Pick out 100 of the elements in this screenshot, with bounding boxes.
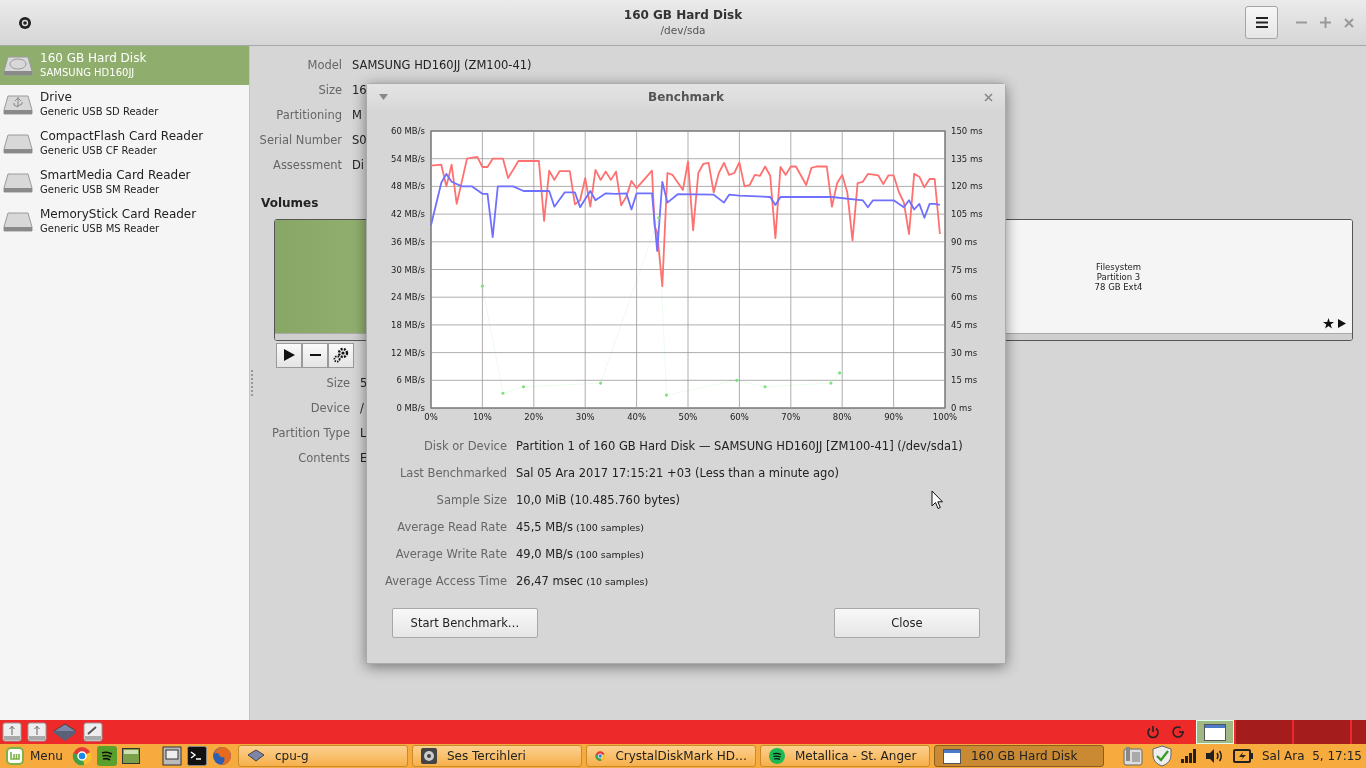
axis-tick-label: 50%: [678, 412, 698, 421]
stat-value: 45,5 MB/s (100 samples): [516, 519, 645, 536]
monitor-icon[interactable]: [161, 746, 182, 766]
axis-tick-label: 135 ms: [951, 153, 983, 164]
axis-tick-label: 90%: [884, 412, 904, 421]
workspace-switch[interactable]: [1352, 720, 1366, 744]
taskbar-window-button[interactable]: 160 GB Hard Disk: [933, 745, 1104, 767]
menu-button[interactable]: [1245, 6, 1278, 39]
refresh-icon[interactable]: [1171, 725, 1185, 739]
play-icon: [1338, 319, 1346, 328]
browser-icon: [594, 748, 606, 764]
taskbar-window-button[interactable]: Metallica - St. Anger: [759, 745, 930, 767]
music-app-icon[interactable]: [96, 746, 117, 766]
star-icon: [1323, 318, 1334, 329]
close-button[interactable]: Close: [834, 608, 980, 638]
dialog-title: Benchmark: [648, 90, 724, 104]
drive-icon: [3, 132, 33, 155]
access-time-point: [599, 381, 603, 385]
workspace-switch[interactable]: [1236, 720, 1292, 744]
dropdown-icon[interactable]: [379, 94, 388, 100]
drive-icon: [3, 210, 33, 233]
start-menu-button[interactable]: Menu: [0, 744, 69, 768]
power-icon[interactable]: [1146, 725, 1160, 739]
device-model: SAMSUNG HD160JJ: [40, 66, 136, 80]
device-item[interactable]: Drive Generic USB SD Reader: [0, 85, 249, 124]
music-app-icon: [768, 748, 785, 764]
workspace-switch[interactable]: [1294, 720, 1350, 744]
partition-label: 78 GB Ext4: [1094, 281, 1143, 292]
axis-tick-label: 0 MB/s: [396, 403, 425, 413]
maximize-icon: [1319, 17, 1331, 28]
partition-label: Partition 3: [1096, 271, 1141, 282]
minus-icon: [309, 354, 321, 356]
axis-tick-label: 0 ms: [951, 403, 972, 413]
settings-button[interactable]: [328, 342, 354, 368]
drive-icon[interactable]: [121, 748, 140, 764]
taskbar-window-button[interactable]: Ses Tercihleri: [411, 745, 582, 767]
taskbar-window-button[interactable]: cpu-g: [237, 745, 408, 767]
window-icon: [1204, 723, 1226, 741]
drive-tools-icon[interactable]: [83, 722, 103, 742]
delete-button[interactable]: [302, 342, 328, 368]
chip-icon: [246, 749, 265, 763]
field-label: Device: [310, 400, 350, 417]
device-name: 160 GB Hard Disk: [40, 51, 147, 66]
shield-check-icon[interactable]: [1151, 745, 1172, 767]
axis-tick-label: 12 MB/s: [391, 347, 425, 358]
window-icon: [942, 748, 961, 764]
stat-value: Partition 1 of 160 GB Hard Disk — SAMSUNG HD160JJ [ZM100-41] (/dev/sda1): [516, 438, 963, 455]
device-name: SmartMedia Card Reader: [40, 168, 191, 183]
access-time-point: [735, 378, 739, 382]
drive-icon: [3, 171, 33, 194]
axis-tick-label: 36 MB/s: [391, 236, 425, 247]
device-item[interactable]: MemoryStick Card Reader Generic USB MS Reader: [0, 202, 249, 241]
terminal-icon[interactable]: [186, 746, 207, 766]
field-value: SAMSUNG HD160JJ (ZM100-41): [352, 57, 532, 74]
axis-tick-label: 42 MB/s: [391, 209, 425, 220]
browser-icon[interactable]: [71, 746, 92, 766]
device-model: Generic USB CF Reader: [40, 144, 158, 158]
field-value: 16: [352, 82, 367, 99]
speaker-icon: [420, 748, 437, 764]
volume-icon[interactable]: [1205, 749, 1224, 763]
axis-tick-label: 45 ms: [951, 319, 978, 330]
stat-label: Disk or Device: [423, 438, 507, 455]
workspace-switch[interactable]: [1196, 720, 1234, 744]
access-time-point: [829, 381, 833, 385]
access-time-point: [501, 391, 505, 395]
mount-button[interactable]: [276, 342, 302, 368]
close-icon[interactable]: [984, 92, 993, 102]
device-item[interactable]: SmartMedia Card Reader Generic USB SM Reader: [0, 163, 249, 202]
field-label: Serial Number: [259, 132, 342, 149]
access-time-point: [480, 284, 484, 288]
field-value: E: [360, 450, 368, 467]
device-name: CompactFlash Card Reader: [40, 129, 204, 144]
device-item[interactable]: CompactFlash Card Reader Generic USB CF Reader: [0, 124, 249, 163]
field-label: Partitioning: [276, 107, 342, 124]
field-label: Assessment: [273, 157, 342, 174]
axis-tick-label: 20%: [524, 412, 544, 421]
usb-drive-icon[interactable]: [2, 722, 22, 742]
section-heading: Volumes: [261, 195, 320, 212]
axis-tick-label: 120 ms: [951, 181, 983, 192]
axis-tick-label: 15 ms: [951, 375, 978, 386]
axis-tick-label: 30 MB/s: [391, 264, 425, 275]
axis-tick-label: 80%: [832, 412, 852, 421]
field-value: /: [360, 400, 364, 417]
axis-tick-label: 70%: [781, 412, 801, 421]
device-model: Generic USB SD Reader: [40, 105, 159, 119]
menu-icon: [1255, 17, 1268, 28]
clock[interactable]: Sal Ara 5, 17:15: [1261, 749, 1362, 763]
signal-icon[interactable]: [1180, 749, 1197, 763]
play-icon: [283, 349, 295, 361]
chip-icon[interactable]: [52, 722, 78, 742]
start-benchmark-button[interactable]: Start Benchmark…: [392, 608, 538, 638]
device-name: Drive: [40, 90, 73, 105]
battery-icon[interactable]: [1232, 749, 1253, 763]
field-value: S0: [352, 132, 367, 149]
device-name: MemoryStick Card Reader: [40, 207, 197, 222]
device-model: Generic USB SM Reader: [40, 183, 161, 197]
taskbar-window-button[interactable]: CrystalDiskMark HD…: [585, 745, 756, 767]
access-time-point: [664, 393, 668, 397]
phone-icon[interactable]: [1122, 746, 1143, 766]
usb-drive-icon[interactable]: [27, 722, 47, 742]
